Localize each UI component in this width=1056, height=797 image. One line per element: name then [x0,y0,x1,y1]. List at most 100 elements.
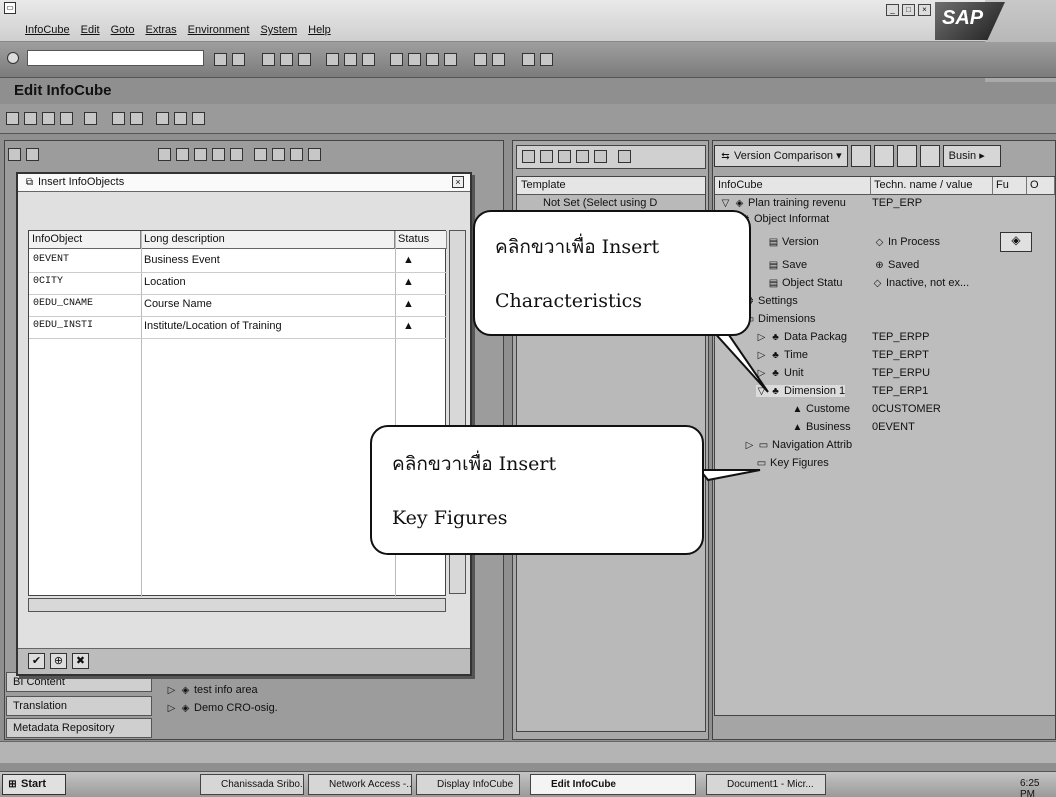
menu-help[interactable]: Help [308,24,331,36]
minimize-icon[interactable]: _ [886,4,899,16]
maximize-icon[interactable]: □ [902,4,915,16]
back-arrow-icon[interactable] [6,112,19,125]
hierarchy-icon[interactable] [60,112,73,125]
taskbar-item[interactable]: Document1 - Micr... [706,774,826,795]
activate-icon[interactable] [156,112,169,125]
sort-icon[interactable] [212,148,225,161]
column-header-techname[interactable]: Techn. name / value [871,177,993,195]
details-icon[interactable] [192,112,205,125]
tree-node-key-figures[interactable]: ▭ Key Figures [756,457,829,469]
find-icon[interactable] [344,53,357,66]
command-field[interactable] [27,50,204,66]
tree-node-unit[interactable]: ▷ ♣ Unit [756,367,804,379]
tree-node-business[interactable]: ▲ Business [792,421,851,433]
transport-icon[interactable] [896,145,917,167]
tree-item[interactable]: ▷ ◈ Demo CRO-osig. [166,702,278,714]
menu-extras[interactable]: Extras [145,24,176,36]
infoobject-cell[interactable]: 0EDU_CNAME [33,298,93,309]
column-header-description[interactable]: Long description [141,231,395,249]
layout-toggle-icon[interactable] [8,148,21,161]
graphic-icon[interactable] [290,148,303,161]
version-button-icon[interactable]: ◈ [1000,232,1032,252]
binoculars-icon[interactable] [230,148,243,161]
expand-arrow-icon[interactable]: ▷ [166,703,177,714]
horizontal-scrollbar[interactable] [28,598,446,612]
tree-node-navigation[interactable]: ▷ ▭ Navigation Attrib [744,439,852,451]
prev-page-icon[interactable] [408,53,421,66]
navigate-icon[interactable] [919,145,940,167]
template-node[interactable]: Not Set (Select using D [543,197,657,209]
user-icon[interactable] [594,150,607,163]
version-comparison-button[interactable]: ⇆ Version Comparison ▾ [714,145,848,167]
tree-node-settings[interactable]: ⚙Settings [744,295,798,307]
column-header-status[interactable]: Status [395,231,447,249]
grid-icon[interactable] [272,148,285,161]
table-row[interactable]: 0CITY Location ▲ [29,273,447,295]
taskbar-item[interactable]: Chanissada Sribo... [200,774,304,795]
tree-node-save[interactable]: ▤ Save [768,259,807,271]
help-icon[interactable] [522,53,535,66]
last-page-icon[interactable] [444,53,457,66]
object-icon[interactable] [850,145,871,167]
forward-arrow-icon[interactable] [24,112,37,125]
tab-translation[interactable]: Translation [6,696,152,716]
exit-icon[interactable] [280,53,293,66]
description-cell[interactable]: Institute/Location of Training [144,320,282,332]
taskbar-item[interactable]: Display InfoCube [416,774,520,795]
tree-node-object-status[interactable]: ▤ Object Statu [768,277,843,289]
select-icon[interactable] [176,148,189,161]
menu-environment[interactable]: Environment [188,24,250,36]
back-nav-icon[interactable] [262,53,275,66]
tree-node-data-package[interactable]: ▷ ♣ Data Packag [756,331,847,343]
display-change-icon[interactable] [84,112,97,125]
close-panel-icon[interactable] [26,148,39,161]
expand-icon[interactable] [174,112,187,125]
infoobject-cell[interactable]: 0EVENT [33,254,69,265]
description-cell[interactable]: Location [144,276,186,288]
menu-system[interactable]: System [260,24,297,36]
print-template-icon[interactable] [618,150,631,163]
menu-edit[interactable]: Edit [81,24,100,36]
cancel-x-icon[interactable]: ✖ [72,653,89,669]
tree-node-infocube[interactable]: ▽ ◈ Plan training revenu [720,197,846,209]
tab-metadata-repository[interactable]: Metadata Repository [6,718,152,738]
export-icon[interactable] [254,148,267,161]
tree-icon[interactable] [873,145,894,167]
taskbar-item-active[interactable]: Edit InfoCube [530,774,696,795]
infosource-template-icon[interactable] [558,150,571,163]
back-icon[interactable] [214,53,227,66]
column-header-infocube[interactable]: InfoCube [715,177,871,195]
description-cell[interactable]: Course Name [144,298,212,310]
check-icon[interactable] [112,112,125,125]
infoobject-cell[interactable]: 0EDU_INSTI [33,320,93,331]
taskbar-item[interactable]: Network Access -... [308,774,412,795]
all-infoobjects-icon[interactable] [576,150,589,163]
column-header-infoobject[interactable]: InfoObject [29,231,141,249]
column-header-other[interactable]: O [1027,177,1055,195]
tree-node-version[interactable]: ▤ Version [768,236,819,248]
dso-template-icon[interactable] [540,150,553,163]
menu-goto[interactable]: Goto [111,24,135,36]
infocube-template-icon[interactable] [522,150,535,163]
confirm-check-icon[interactable]: ✔ [28,653,45,669]
infoobject-cell[interactable]: 0CITY [33,276,63,287]
enter-icon[interactable] [7,52,19,64]
filter-icon[interactable] [194,148,207,161]
window-menu-icon[interactable]: ▭ [4,2,16,14]
table-row[interactable]: 0EDU_INSTI Institute/Location of Trainin… [29,317,447,339]
layout-icon[interactable] [540,53,553,66]
tree-node-dimension-1[interactable]: ▽ ♣ Dimension 1 [756,385,846,397]
search-icon[interactable]: ⊕ [50,653,67,669]
maximize-panel-icon[interactable] [308,148,321,161]
table-row[interactable]: 0EVENT Business Event ▲ [29,251,447,273]
description-cell[interactable]: Business Event [144,254,220,266]
cancel-icon[interactable] [298,53,311,66]
print-icon[interactable] [326,53,339,66]
shortcut-icon[interactable] [492,53,505,66]
tree-node-customer[interactable]: ▲ Custome [792,403,850,415]
business-content-button[interactable]: Busin ▸ [942,145,1001,167]
tree-node-time[interactable]: ▷ ♣ Time [756,349,808,361]
first-page-icon[interactable] [390,53,403,66]
tree-node-object-info[interactable]: ⚙Object Informat [740,213,829,225]
tree-item[interactable]: ▷ ◈ test info area [166,684,258,696]
